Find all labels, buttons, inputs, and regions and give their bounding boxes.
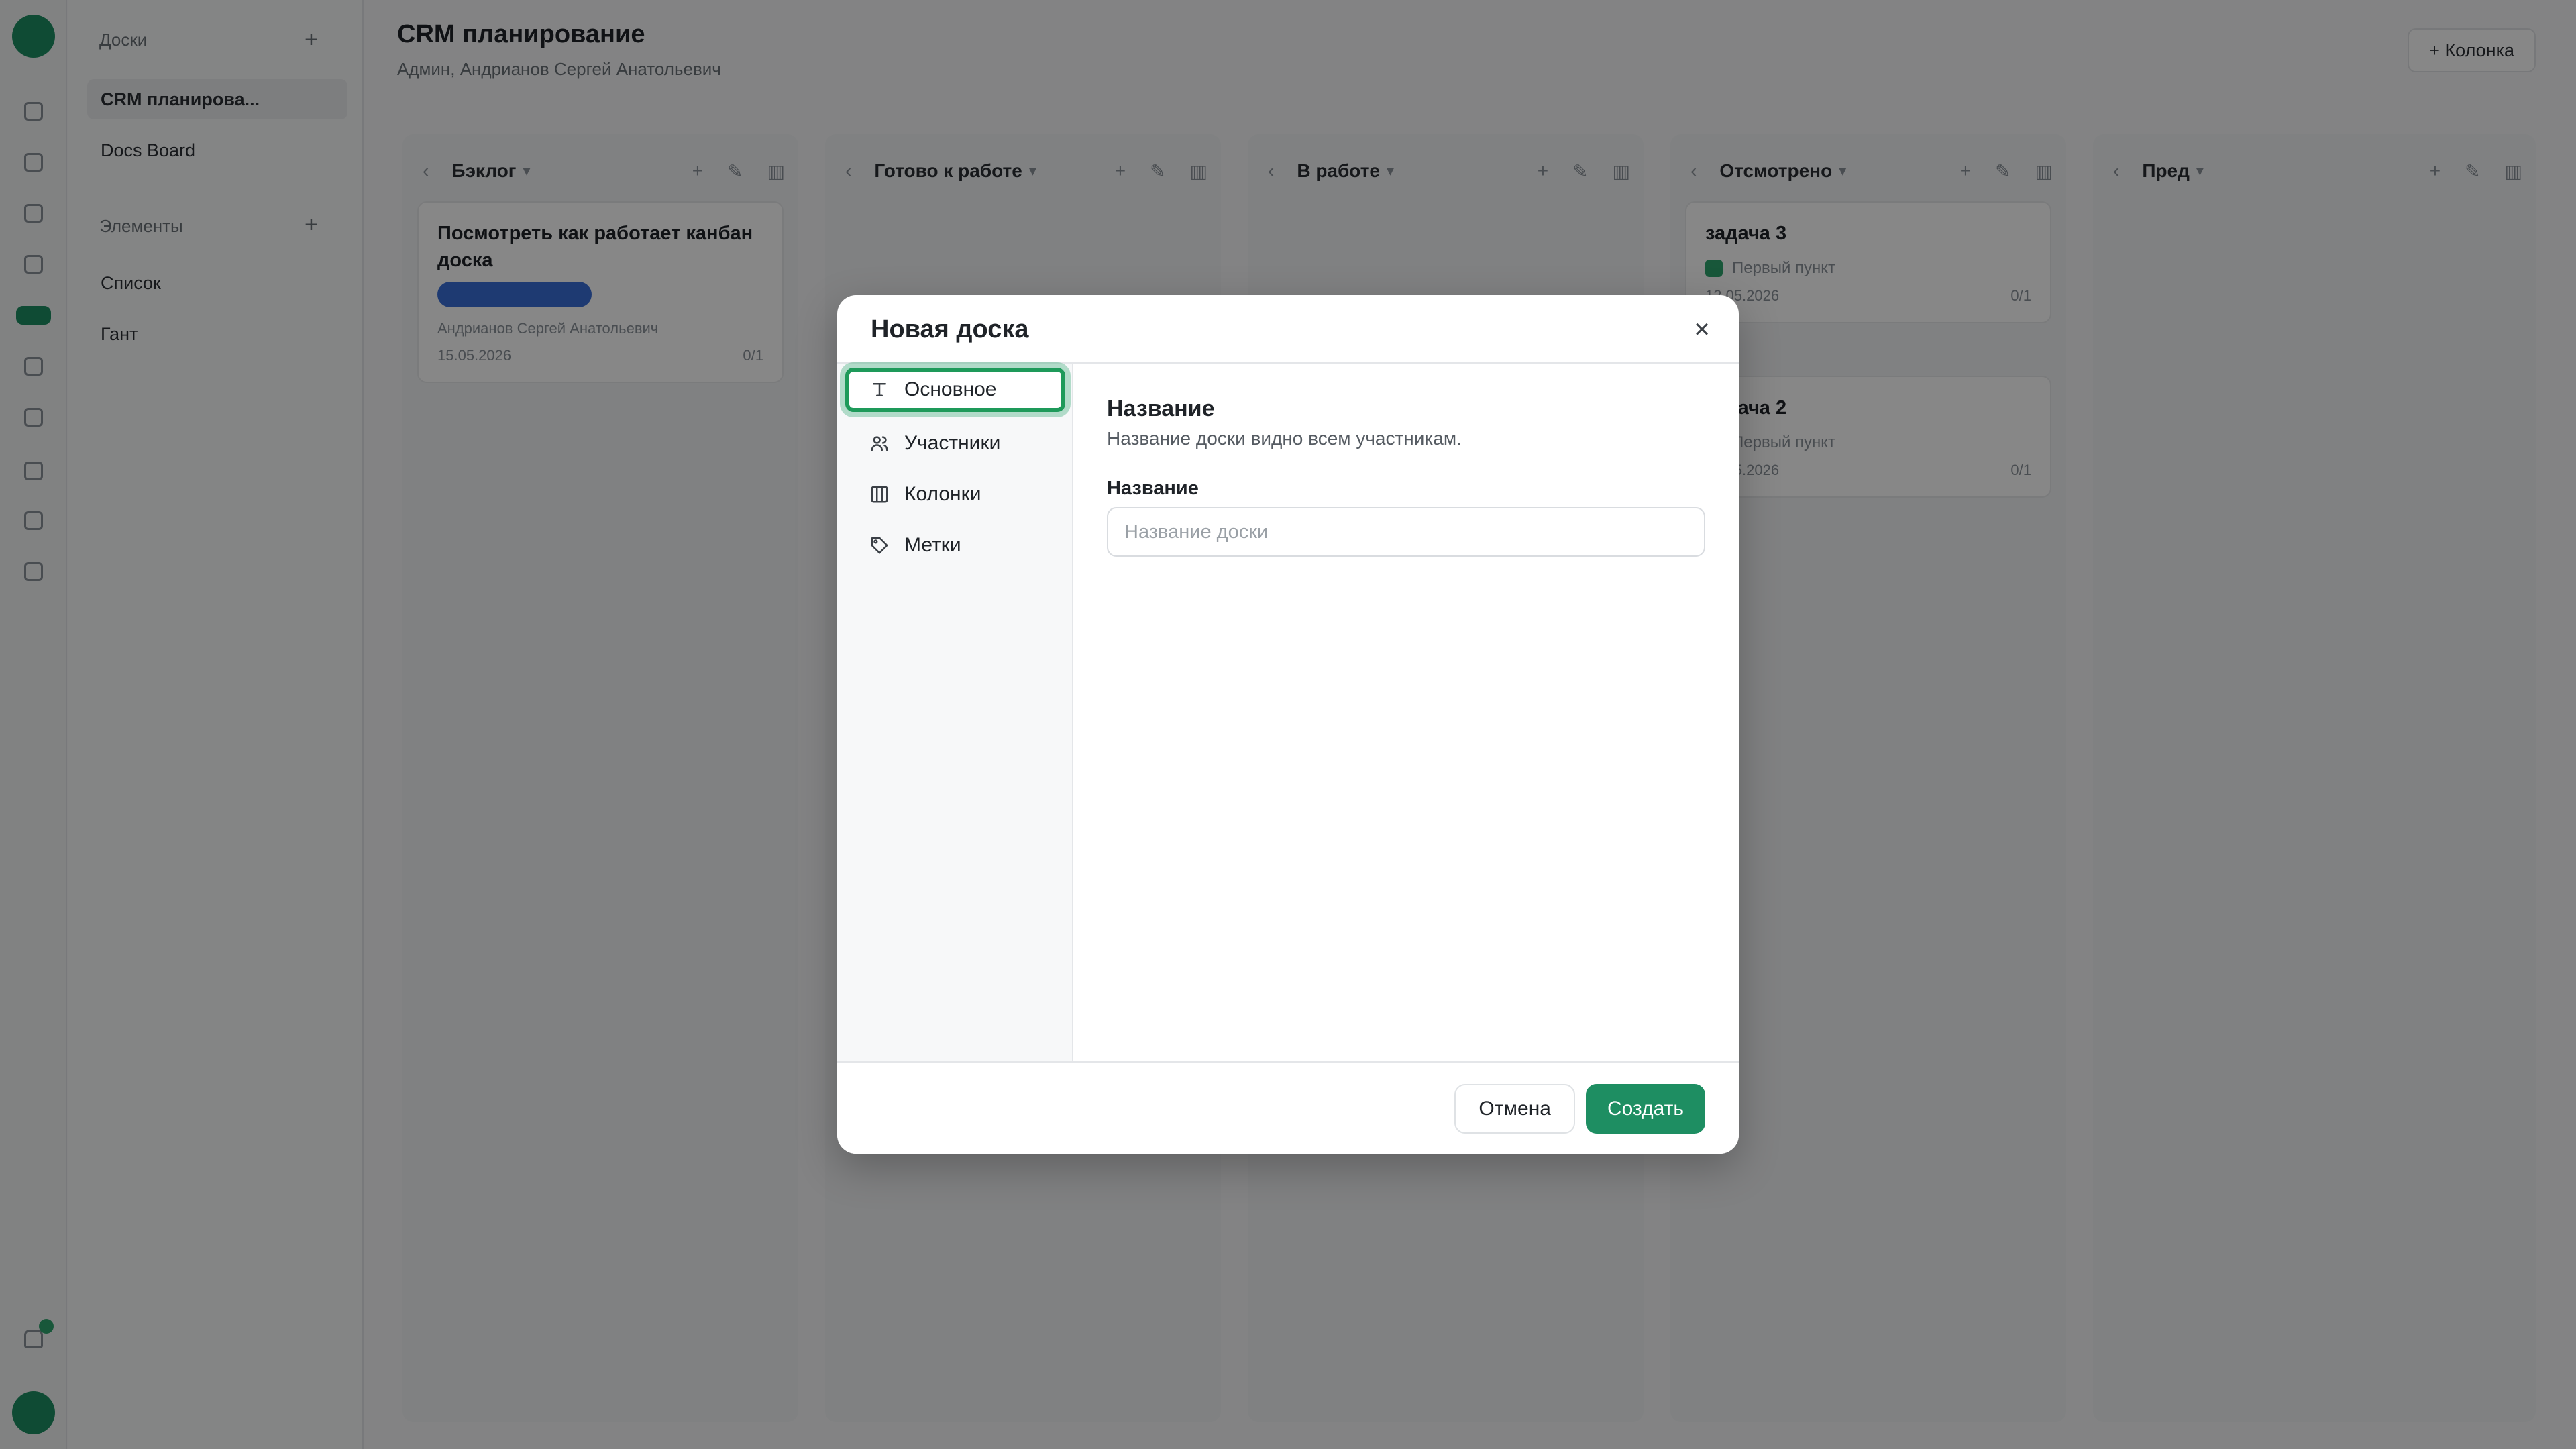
dialog-footer: Отмена Создать bbox=[837, 1061, 1739, 1154]
name-field-label: Название bbox=[1107, 478, 1199, 499]
board-name-input[interactable] bbox=[1107, 507, 1705, 557]
nav-item-columns[interactable]: Колонки bbox=[845, 472, 1065, 517]
cancel-button[interactable]: Отмена bbox=[1454, 1084, 1575, 1134]
tag-icon bbox=[869, 535, 890, 555]
dialog-title: Новая доска bbox=[871, 315, 1029, 343]
dialog-content: Название Название доски видно всем участ… bbox=[1073, 364, 1739, 1061]
columns-icon bbox=[869, 484, 890, 504]
section-description: Название доски видно всем участникам. bbox=[1107, 428, 1462, 449]
nav-item-label: Основное bbox=[904, 378, 997, 400]
nav-item-basic[interactable]: Основное bbox=[845, 368, 1065, 412]
create-button[interactable]: Создать bbox=[1585, 1084, 1705, 1134]
users-icon bbox=[869, 433, 890, 453]
nav-item-members[interactable]: Участники bbox=[845, 421, 1065, 466]
new-board-dialog: Новая доска × Основное Участники Колонки… bbox=[837, 295, 1739, 1154]
nav-item-labels[interactable]: Метки bbox=[845, 523, 1065, 568]
text-icon bbox=[869, 380, 890, 400]
app-background: Доски + CRM планирова... Docs Board Элем… bbox=[0, 0, 2576, 1449]
section-title: Название bbox=[1107, 396, 1215, 421]
dialog-nav: Основное Участники Колонки Метки bbox=[837, 364, 1073, 1061]
nav-item-label: Метки bbox=[904, 534, 961, 556]
close-icon[interactable]: × bbox=[1686, 314, 1717, 345]
dialog-header: Новая доска × bbox=[837, 295, 1739, 364]
nav-item-label: Колонки bbox=[904, 483, 981, 505]
nav-item-label: Участники bbox=[904, 432, 1001, 454]
